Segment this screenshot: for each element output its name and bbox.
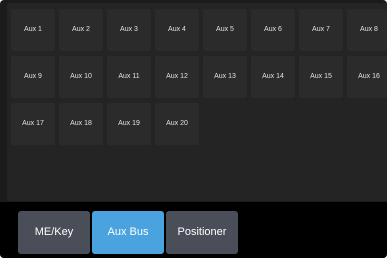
- aux-button[interactable]: Aux 9: [11, 56, 55, 98]
- aux-button[interactable]: Aux 18: [59, 103, 103, 145]
- aux-button[interactable]: Aux 10: [59, 56, 103, 98]
- aux-button[interactable]: Aux 19: [107, 103, 151, 145]
- aux-button[interactable]: Aux 14: [251, 56, 295, 98]
- aux-button[interactable]: Aux 16: [347, 56, 387, 98]
- aux-button[interactable]: Aux 7: [299, 9, 343, 51]
- bottom-tab-bar: ME/Key Aux Bus Positioner: [0, 202, 387, 258]
- aux-button[interactable]: Aux 6: [251, 9, 295, 51]
- aux-button[interactable]: Aux 13: [203, 56, 247, 98]
- aux-button[interactable]: Aux 15: [299, 56, 343, 98]
- aux-bus-screen: Aux 1 Aux 2 Aux 3 Aux 4 Aux 5 Aux 6 Aux …: [0, 0, 387, 258]
- aux-button[interactable]: Aux 12: [155, 56, 199, 98]
- tab-me-key[interactable]: ME/Key: [18, 211, 90, 254]
- aux-button[interactable]: Aux 20: [155, 103, 199, 145]
- aux-button-grid: Aux 1 Aux 2 Aux 3 Aux 4 Aux 5 Aux 6 Aux …: [7, 3, 387, 201]
- aux-button[interactable]: Aux 11: [107, 56, 151, 98]
- aux-button[interactable]: Aux 1: [11, 9, 55, 51]
- aux-button[interactable]: Aux 3: [107, 9, 151, 51]
- aux-button[interactable]: Aux 5: [203, 9, 247, 51]
- tab-positioner[interactable]: Positioner: [166, 211, 238, 254]
- aux-button[interactable]: Aux 2: [59, 9, 103, 51]
- aux-button[interactable]: Aux 17: [11, 103, 55, 145]
- tab-aux-bus[interactable]: Aux Bus: [92, 211, 164, 254]
- aux-button[interactable]: Aux 4: [155, 9, 199, 51]
- aux-button[interactable]: Aux 8: [347, 9, 387, 51]
